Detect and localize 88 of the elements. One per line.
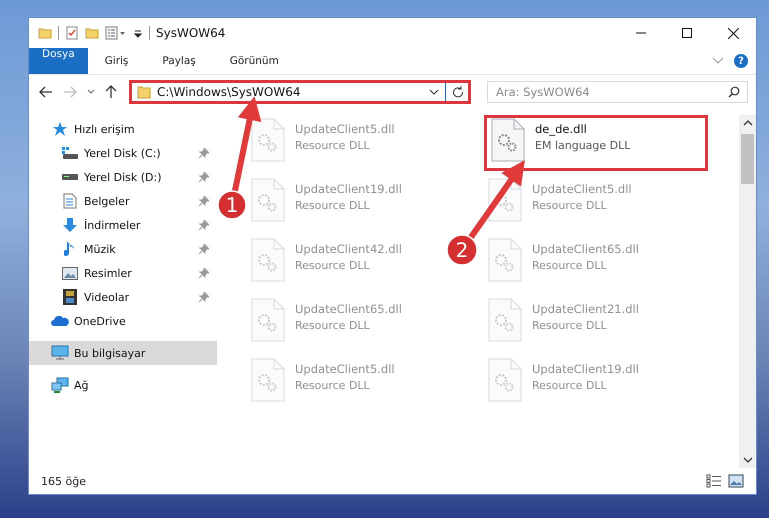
file-name: UpdateClient5.dll: [295, 362, 395, 376]
sidebar-item[interactable]: Müzik: [29, 237, 217, 261]
ribbon-tab[interactable]: Paylaş: [145, 48, 213, 74]
chevron-down-icon[interactable]: [429, 88, 439, 96]
scroll-up-icon[interactable]: [742, 119, 752, 126]
dll-file-icon: [251, 118, 285, 162]
sidebar-item[interactable]: Bu bilgisayar: [29, 341, 217, 365]
address-bar[interactable]: C:\Windows\SysWOW64: [129, 80, 471, 104]
file-type: Resource DLL: [532, 199, 608, 212]
refresh-icon[interactable]: [452, 86, 464, 98]
properties-icon[interactable]: [105, 26, 127, 40]
computer-icon: [51, 345, 69, 361]
dll-file-icon: [491, 118, 525, 162]
details-view-icon[interactable]: [706, 474, 722, 488]
star-icon: [52, 121, 68, 137]
dll-file-icon: [251, 298, 285, 342]
sidebar-item[interactable]: Ağ: [29, 373, 217, 397]
address-path: C:\Windows\SysWOW64: [157, 85, 302, 99]
document-icon: [63, 193, 77, 209]
down-arrow-icon: [62, 217, 78, 233]
pin-icon[interactable]: [199, 148, 209, 158]
music-note-icon: [64, 241, 76, 257]
pin-icon[interactable]: [199, 268, 209, 278]
pin-icon[interactable]: [199, 220, 209, 230]
back-arrow-icon[interactable]: [39, 86, 53, 98]
up-arrow-icon[interactable]: [105, 85, 117, 99]
sidebar-item[interactable]: Belgeler: [29, 189, 217, 213]
file-name: UpdateClient19.dll: [295, 182, 402, 196]
file-type: Resource DLL: [532, 379, 608, 392]
pin-icon[interactable]: [199, 292, 209, 302]
sidebar-item[interactable]: İndirmeler: [29, 213, 217, 237]
file-type: Resource DLL: [295, 199, 371, 212]
drive-icon: [61, 146, 79, 160]
dll-file-icon: [251, 358, 285, 402]
scroll-down-icon[interactable]: [742, 457, 752, 464]
sidebar-item[interactable]: Hızlı erişim: [29, 117, 217, 141]
file-name: UpdateClient65.dll: [295, 302, 402, 316]
sidebar-item[interactable]: Yerel Disk (C:): [29, 141, 217, 165]
file-name: UpdateClient65.dll: [532, 242, 639, 256]
checklist-icon[interactable]: [65, 26, 79, 40]
file-name: UpdateClient42.dll: [295, 242, 402, 256]
file-type: Resource DLL: [295, 379, 371, 392]
ribbon-tab[interactable]: Görünüm: [212, 48, 296, 74]
file-name: de_de.dll: [535, 122, 588, 136]
network-icon: [51, 377, 69, 393]
close-icon: [728, 28, 738, 38]
file-type: Resource DLL: [295, 259, 371, 272]
chevron-down-icon[interactable]: [87, 89, 95, 95]
drive-icon: [61, 173, 79, 181]
pin-icon[interactable]: [199, 196, 209, 206]
file-type: Resource DLL: [295, 319, 371, 332]
file-name: UpdateClient5.dll: [532, 182, 632, 196]
item-count: 165 öğe: [41, 474, 86, 488]
cloud-icon: [51, 315, 69, 327]
file-name: UpdateClient21.dll: [532, 302, 639, 316]
ribbon-tab[interactable]: Giriş: [88, 48, 146, 74]
sidebar-item[interactable]: OneDrive: [29, 309, 217, 333]
file-item[interactable]: de_de.dll EM language DLL: [484, 115, 708, 171]
search-icon: [728, 86, 740, 98]
folder-icon: [137, 85, 151, 99]
scrollbar-thumb[interactable]: [741, 134, 754, 184]
pin-icon[interactable]: [199, 172, 209, 182]
file-name: UpdateClient19.dll: [532, 362, 639, 376]
file-name: UpdateClient5.dll: [295, 122, 395, 136]
pin-icon[interactable]: [199, 244, 209, 254]
large-icons-view-icon[interactable]: [728, 474, 744, 488]
file-tab[interactable]: Dosya: [29, 48, 88, 74]
dll-file-icon: [251, 238, 285, 282]
file-type: Resource DLL: [532, 259, 608, 272]
step-number: 2: [454, 237, 470, 264]
maximize-icon: [682, 28, 692, 38]
film-icon: [63, 289, 77, 305]
dll-file-icon: [488, 178, 522, 222]
file-type: Resource DLL: [532, 319, 608, 332]
sidebar-item[interactable]: Videolar: [29, 285, 217, 309]
search-field[interactable]: Ara: SysWOW64: [487, 81, 748, 103]
dll-file-icon: [251, 178, 285, 222]
dll-file-icon: [488, 358, 522, 402]
file-type: Resource DLL: [295, 139, 371, 152]
sidebar-item[interactable]: Yerel Disk (D:): [29, 165, 217, 189]
dll-file-icon: [488, 298, 522, 342]
step-number: 1: [224, 192, 240, 219]
window-title: SysWOW64: [156, 26, 226, 40]
sidebar-item[interactable]: Resimler: [29, 261, 217, 285]
help-button[interactable]: ?: [734, 54, 748, 68]
picture-icon: [62, 266, 78, 280]
file-type: EM language DLL: [535, 139, 630, 152]
dll-file-icon: [488, 238, 522, 282]
